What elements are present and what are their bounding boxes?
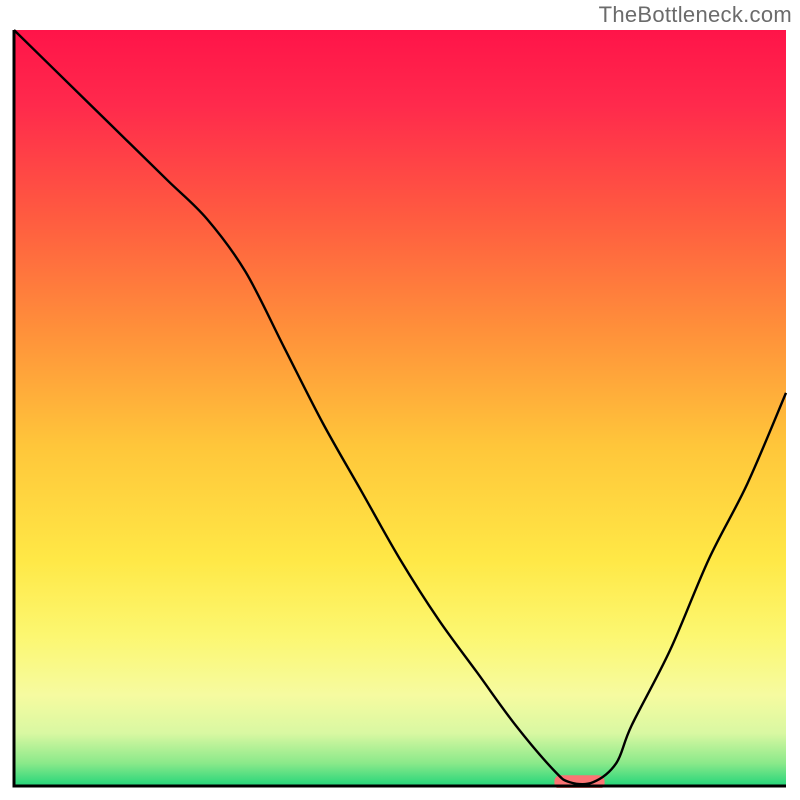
watermark-text: TheBottleneck.com — [599, 2, 792, 28]
chart-container: TheBottleneck.com — [0, 0, 800, 800]
chart-plot-area — [12, 28, 788, 788]
chart-svg — [12, 28, 788, 788]
